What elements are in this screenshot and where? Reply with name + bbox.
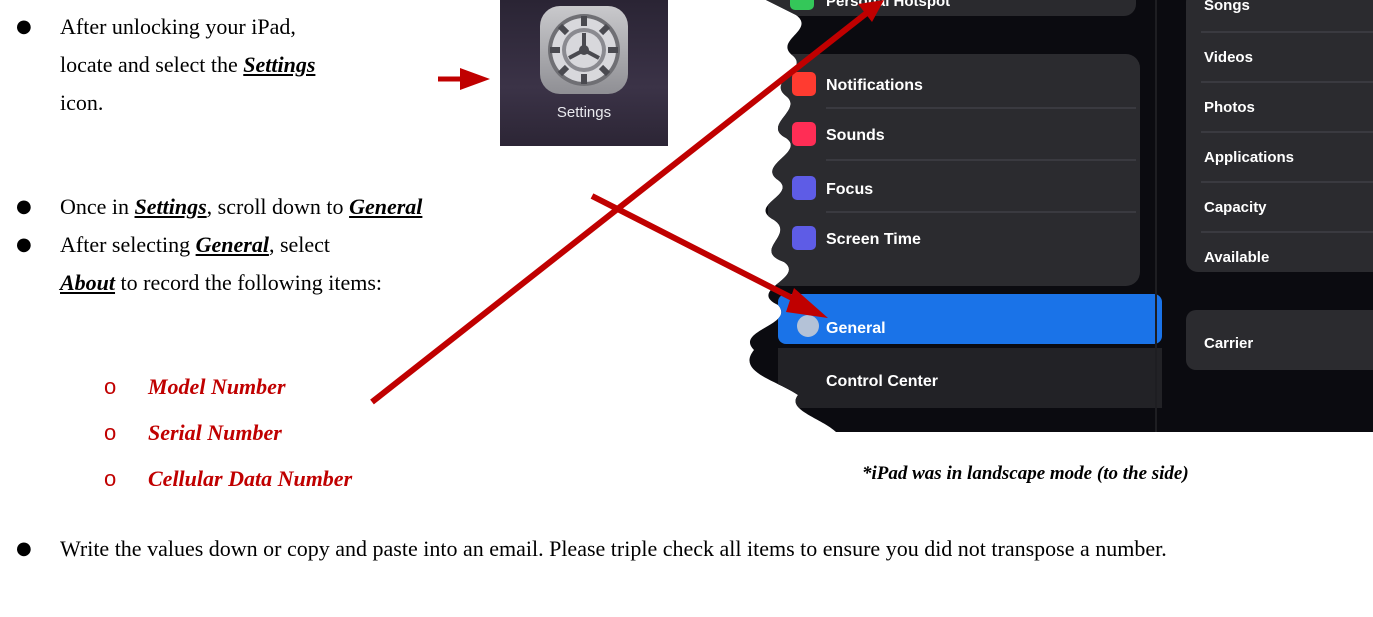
speaker-icon — [792, 122, 816, 146]
hotspot-icon — [790, 0, 814, 10]
item-label: Serial Number — [148, 420, 282, 445]
sub-bullet-marker: o — [104, 374, 117, 399]
photo-caption: *iPad was in landscape mode (to the side… — [862, 463, 1189, 484]
right-item-songs: Songs — [1204, 0, 1250, 14]
step2-text-a: Once in — [60, 194, 135, 219]
step4-text: Write the values down or copy and paste … — [60, 536, 1167, 561]
bullet-marker: ● — [16, 196, 32, 217]
svg-text:Screen Time: Screen Time — [826, 231, 921, 248]
bullet-marker: ● — [16, 16, 32, 37]
moon-icon — [792, 176, 816, 200]
step1-line1: After unlocking your iPad, — [60, 14, 296, 39]
control-center-label: Control Center — [826, 373, 938, 390]
general-emphasis: General — [195, 232, 269, 257]
instruction-step-2: ● Once in Settings, scroll down to Gener… — [16, 188, 423, 226]
svg-text:Notifications: Notifications — [826, 77, 923, 94]
item-label: Model Number — [148, 374, 286, 399]
right-item-applications: Applications — [1204, 149, 1294, 166]
sub-bullet-marker: o — [104, 466, 117, 491]
step3-text-a: After selecting — [60, 232, 196, 257]
instruction-step-4: ● Write the values down or copy and past… — [16, 530, 1346, 568]
sub-bullet-marker: o — [104, 420, 117, 445]
settings-icon-label: Settings — [556, 104, 612, 121]
step2-text-b: , scroll down to — [206, 194, 350, 219]
hourglass-icon — [792, 226, 816, 250]
menu-group — [768, 54, 1140, 286]
gear-icon — [540, 6, 628, 94]
step3-text-b: , select — [268, 232, 331, 257]
right-item-available: Available — [1204, 249, 1269, 266]
general-gear-icon — [797, 315, 819, 337]
personal-hotspot-label: Personal Hotspot — [826, 0, 950, 10]
settings-emphasis: Settings — [243, 52, 316, 77]
about-emphasis: About — [60, 270, 116, 295]
svg-text:Focus: Focus — [826, 181, 873, 198]
step3-text-c: to record the following items: — [115, 270, 383, 295]
right-item-carrier: Carrier — [1204, 335, 1253, 352]
right-item-capacity: Capacity — [1204, 199, 1267, 216]
settings-app-icon-image: Settings — [500, 0, 668, 146]
top-menu-group — [766, 0, 1136, 16]
right-item-videos: Videos — [1204, 49, 1253, 66]
svg-text:Sounds: Sounds — [826, 127, 885, 144]
step1-line2: locate and select the — [60, 52, 244, 77]
ipad-settings-photo: Personal Hotspot Notifications Sounds Fo… — [749, 0, 1373, 432]
general-label: General — [826, 320, 886, 337]
instruction-step-3: ● After selecting General, select About … — [16, 226, 383, 302]
general-emphasis: General — [349, 194, 423, 219]
instruction-step-1: ● After unlocking your iPad, locate and … — [16, 8, 480, 122]
item-label: Cellular Data Number — [148, 466, 353, 491]
step1-line3: icon. — [60, 90, 104, 115]
settings-emphasis: Settings — [134, 194, 207, 219]
bullet-marker: ● — [16, 538, 32, 559]
storage-panel — [1186, 0, 1373, 272]
bell-icon — [792, 72, 816, 96]
bullet-marker: ● — [16, 234, 32, 255]
right-item-photos: Photos — [1204, 99, 1255, 116]
